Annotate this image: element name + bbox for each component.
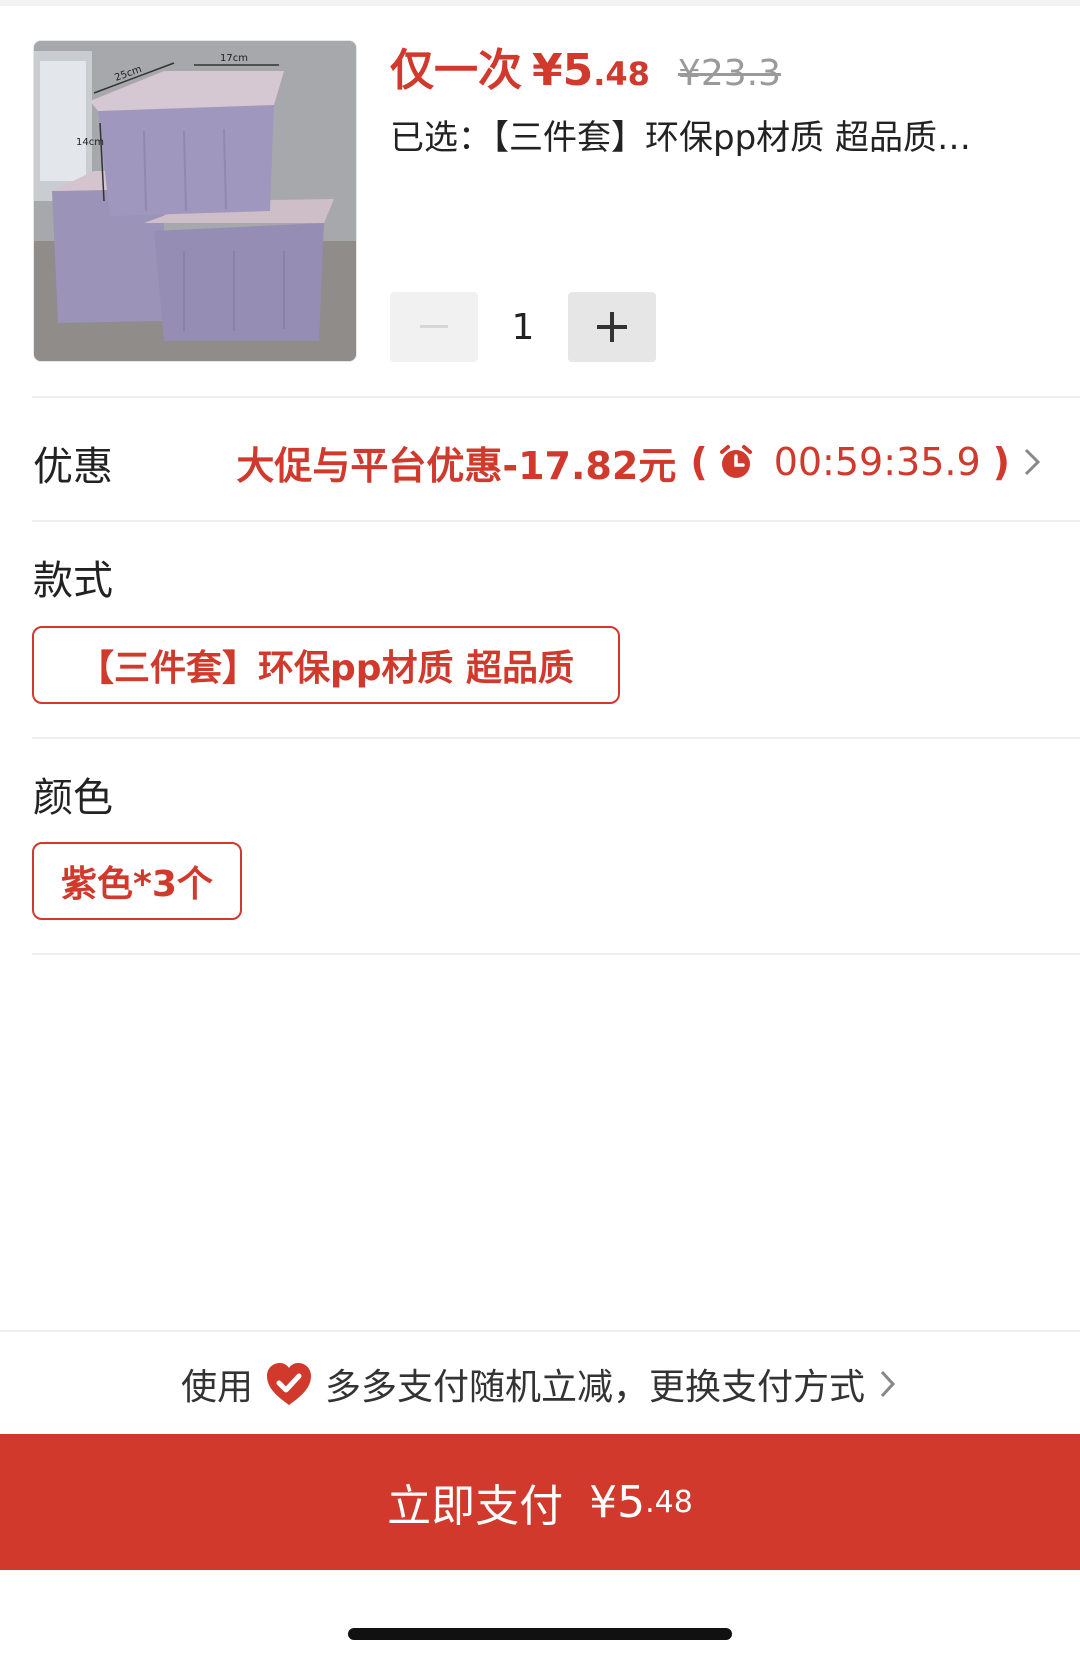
current-price-cents: .48 xyxy=(593,55,650,93)
price-line: 仅一次 ¥5.48 ¥23.3 xyxy=(390,34,781,104)
pay-button-cents: .48 xyxy=(645,1484,693,1520)
plus-icon xyxy=(597,312,627,342)
pay-now-button[interactable]: 立即支付 ¥5.48 xyxy=(0,1434,1080,1570)
divider xyxy=(32,953,1080,955)
minus-icon xyxy=(420,325,448,328)
divider xyxy=(32,396,1080,398)
timer-close-paren: ) xyxy=(992,440,1010,484)
discount-label: 优惠 xyxy=(33,444,113,490)
discount-row[interactable]: 大促与平台优惠-17.82元 ( 00:59:35.9 ) xyxy=(236,432,1044,492)
payment-method-hint[interactable]: 使用 多多支付随机立减，更换支付方式 xyxy=(0,1336,1080,1432)
divider xyxy=(0,1330,1080,1332)
pay-button-label: 立即支付 xyxy=(387,1481,564,1532)
chevron-right-icon xyxy=(880,1370,896,1398)
pay-hint-text: 多多支付随机立减，更换支付方式 xyxy=(325,1367,866,1408)
svg-text:14cm: 14cm xyxy=(76,137,104,148)
top-strip xyxy=(0,0,1080,6)
price-prefix: 仅一次 xyxy=(390,45,522,96)
original-price: ¥23.3 xyxy=(677,53,781,94)
timer-open-paren: ( xyxy=(690,440,708,484)
countdown-timer: 00:59:35.9 xyxy=(773,440,981,484)
product-image[interactable]: 25cm 17cm 14cm xyxy=(33,40,357,362)
alarm-clock-icon xyxy=(719,445,752,478)
color-option-selected[interactable]: 紫色*3个 xyxy=(32,842,242,920)
discount-text: 大促与平台优惠-17.82元 xyxy=(236,443,677,488)
style-option-selected[interactable]: 【三件套】环保pp材质 超品质 xyxy=(32,626,620,704)
svg-text:17cm: 17cm xyxy=(220,53,248,64)
quantity-decrease-button[interactable] xyxy=(390,292,478,362)
divider xyxy=(32,737,1080,739)
pay-button-amount: ¥5 xyxy=(589,1476,646,1528)
style-label: 款式 xyxy=(33,558,113,604)
color-label: 颜色 xyxy=(33,775,113,821)
selected-option-summary: 已选：【三件套】环保pp材质 超品质… xyxy=(390,118,971,158)
divider xyxy=(32,520,1080,522)
product-photo: 25cm 17cm 14cm xyxy=(34,41,356,361)
pay-hint-prefix: 使用 xyxy=(180,1367,253,1408)
pay-shield-icon xyxy=(267,1363,311,1405)
current-price: ¥5 xyxy=(532,45,594,96)
home-indicator[interactable] xyxy=(348,1628,732,1640)
quantity-value[interactable]: 1 xyxy=(478,292,568,362)
chevron-right-icon xyxy=(1024,448,1041,476)
quantity-increase-button[interactable] xyxy=(568,292,656,362)
